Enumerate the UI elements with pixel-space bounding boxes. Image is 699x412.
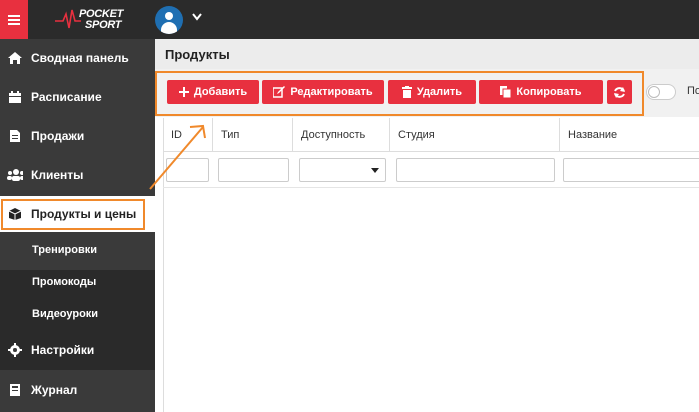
toggle-switch[interactable]: [646, 84, 676, 100]
column-header-type[interactable]: Тип: [213, 118, 293, 152]
column-header-name[interactable]: Название: [560, 118, 699, 152]
sidebar-item-clients[interactable]: Клиенты: [0, 156, 155, 194]
sidebar-item-label: Расписание: [31, 90, 102, 104]
page-title: Продукты: [165, 47, 230, 62]
users-icon: [7, 167, 23, 183]
sidebar-item-schedule[interactable]: Расписание: [0, 78, 155, 116]
journal-icon: [7, 382, 23, 398]
sidebar-item-label: Продажи: [31, 129, 85, 143]
sidebar-highlight: [1, 199, 145, 230]
sidebar-item-settings[interactable]: Настройки: [0, 331, 155, 369]
sidebar-subitem-promocodes[interactable]: Промокоды: [32, 276, 96, 288]
filter-input-name[interactable]: [563, 158, 699, 182]
top-bar: POCKET SPORT: [0, 0, 699, 39]
gear-icon: [7, 342, 23, 358]
sidebar-subitem-videolessons[interactable]: Видеоуроки: [32, 308, 98, 320]
column-header-id[interactable]: ID: [163, 118, 213, 152]
sidebar-item-label: Журнал: [31, 383, 78, 397]
column-header-studio[interactable]: Студия: [390, 118, 560, 152]
dropdown-arrow-icon: [371, 168, 379, 173]
filter-input-id[interactable]: [166, 158, 209, 182]
user-avatar[interactable]: [155, 6, 183, 34]
hamburger-icon: [8, 14, 20, 25]
toolbar-highlight: [155, 71, 644, 116]
filter-input-type[interactable]: [218, 158, 289, 182]
document-icon: [7, 128, 23, 144]
sidebar-item-label: Настройки: [31, 343, 95, 357]
logo-text-sport: SPORT: [85, 19, 122, 31]
chevron-down-icon[interactable]: [192, 13, 202, 21]
toggle-label: По: [687, 85, 699, 97]
sidebar-item-label: Сводная панель: [31, 51, 129, 65]
sidebar-item-sales[interactable]: Продажи: [0, 117, 155, 155]
column-header-availability[interactable]: Доступность: [293, 118, 390, 152]
calendar-icon: [7, 89, 23, 105]
sidebar-item-journal[interactable]: Журнал: [0, 371, 155, 409]
logo[interactable]: POCKET SPORT: [55, 6, 130, 34]
home-icon: [7, 50, 23, 66]
filter-select-availability[interactable]: [299, 158, 386, 182]
sidebar-item-label: Клиенты: [31, 168, 84, 182]
hamburger-menu-button[interactable]: [0, 0, 28, 39]
sidebar-item-dashboard[interactable]: Сводная панель: [0, 39, 155, 77]
filter-input-studio[interactable]: [396, 158, 555, 182]
sidebar-subitem-trainings[interactable]: Тренировки: [32, 244, 97, 256]
page-header: Продукты: [155, 39, 699, 69]
